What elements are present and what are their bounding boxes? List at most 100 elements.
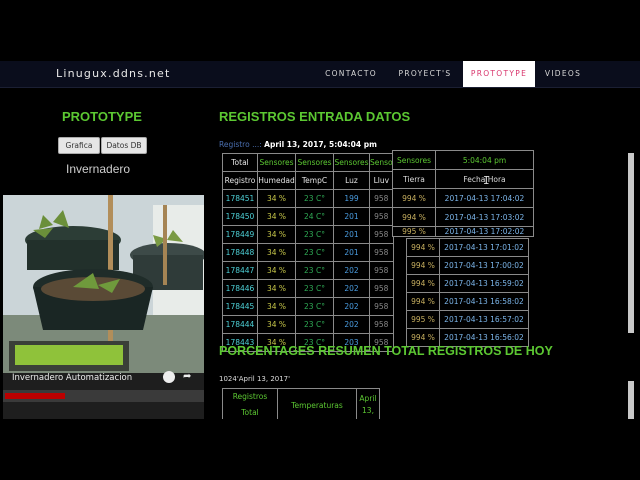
resumen-col-total-label: Total [241, 408, 259, 417]
navbar: Linugux.ddns.net CONTACTO PROYECT'S PROT… [0, 61, 640, 88]
cell-temp: 23 C° [295, 243, 334, 262]
cell-lluvia: 958 [369, 279, 394, 298]
registro-caption-date: April 13, 2017, 5:04:04 pm [264, 140, 377, 149]
registros-table: Total Sensores Sensores Sensores Senso R… [222, 153, 394, 352]
cell-humedad: 34 % [257, 261, 296, 280]
table-row: 178447 34 % 23 C° 202 958 [222, 261, 394, 280]
nav-proyects[interactable]: PROYECT'S [389, 61, 461, 87]
grafica-button[interactable]: Grafica [58, 137, 100, 154]
cell-humedad: 34 % [257, 225, 296, 244]
cell-lluvia: 958 [369, 189, 394, 208]
share-icon[interactable]: ➦ [183, 371, 191, 382]
cell-luz: 202 [333, 261, 370, 280]
resumen-caption: 1024'April 13, 2017' [219, 375, 291, 383]
cell-luz: 202 [333, 297, 370, 316]
ov-th-sensores: Sensores [392, 150, 436, 170]
resumen-scrollbar[interactable] [628, 381, 634, 419]
cell-temp: 23 C° [295, 297, 334, 316]
registro-caption-prefix: Registro ...: [219, 140, 262, 149]
resumen-col-temperaturas: Temperaturas [277, 388, 357, 419]
th-sensores-temp: Sensores [295, 153, 334, 172]
overlay-table: Sensores 5:04:04 pm Tierra Fecha Hora 99… [392, 150, 534, 237]
th-total: Total [222, 153, 258, 172]
resumen-col-registros: Registros Total [222, 388, 278, 419]
cell-lluvia: 958 [369, 225, 394, 244]
resumen-date-month: April [359, 394, 377, 403]
th-sensores-luz: Sensores [333, 153, 370, 172]
cell-humedad: 34 % [257, 279, 296, 298]
cell-temp: 23 C° [295, 225, 334, 244]
cell-registro: 178444 [222, 315, 258, 334]
table-row: 178444 34 % 23 C° 202 958 [222, 315, 394, 334]
ov-th-time: 5:04:04 pm [435, 150, 534, 170]
cell-tierra: 994 % [406, 274, 440, 293]
table-row: 178445 34 % 23 C° 202 958 [222, 297, 394, 316]
cell-temp: 23 C° [295, 261, 334, 280]
table-row: 994 % 2017-04-13 16:59:02 [406, 274, 529, 293]
table-row: 994 % 2017-04-13 17:03:02 [392, 207, 534, 227]
cell-fecha: 2017-04-13 16:57:02 [439, 310, 529, 329]
prototype-heading: PROTOTYPE [62, 109, 142, 124]
resumen-col-registros-label: Registros [232, 392, 268, 401]
text-cursor-icon: I [483, 174, 490, 187]
datos-db-button[interactable]: Datos DB [101, 137, 147, 154]
table-row: 178451 34 % 23 C° 199 958 [222, 189, 394, 208]
th-tempc: TempC [295, 171, 334, 190]
cell-luz: 201 [333, 207, 370, 226]
cell-tierra: 994 % [406, 292, 440, 311]
cell-tierra: 995 % [406, 310, 440, 329]
cell-luz: 201 [333, 225, 370, 244]
table-row: 994 % 2017-04-13 17:00:02 [406, 256, 529, 275]
video-player[interactable]: Invernadero Automatizacion ➦ [3, 195, 204, 419]
cell-humedad: 34 % [257, 297, 296, 316]
invernadero-subtitle: Invernadero [66, 162, 131, 176]
registros-scrollbar[interactable] [628, 153, 634, 333]
table-row: 995 % 2017-04-13 16:57:02 [406, 310, 529, 329]
cell-lluvia: 958 [369, 243, 394, 262]
cell-registro: 178450 [222, 207, 258, 226]
nav-contacto[interactable]: CONTACTO [316, 61, 386, 87]
cell-tierra: 994 % [406, 238, 440, 257]
cell-fecha: 2017-04-13 17:04:02 [435, 188, 534, 208]
cell-luz: 202 [333, 279, 370, 298]
th-lluvia: Lluv [369, 171, 394, 190]
clock-icon[interactable] [163, 371, 175, 383]
website-viewport: Linugux.ddns.net CONTACTO PROYECT'S PROT… [0, 61, 640, 419]
cell-humedad: 34 % [257, 189, 296, 208]
nav-prototype[interactable]: PROTOTYPE [463, 61, 535, 87]
cell-temp: 23 C° [295, 279, 334, 298]
cell-fecha: 2017-04-13 16:58:02 [439, 292, 529, 311]
resumen-date-day: 13, [362, 406, 374, 415]
cell-fecha: 2017-04-13 17:00:02 [439, 256, 529, 275]
cell-fecha: 2017-04-13 17:02:02 [435, 226, 534, 237]
resumen-table: Registros Total Temperaturas April 13, [222, 388, 380, 419]
cell-registro: 178451 [222, 189, 258, 208]
cell-humedad: 34 % [257, 243, 296, 262]
nav-videos[interactable]: VIDEOS [537, 61, 589, 87]
cell-luz: 202 [333, 315, 370, 334]
cell-tierra: 994 % [392, 188, 436, 208]
cell-fecha: 2017-04-13 17:03:02 [435, 207, 534, 227]
table-row: 178448 34 % 23 C° 201 958 [222, 243, 394, 262]
cell-registro: 178449 [222, 225, 258, 244]
greenhouse-video-frame [3, 195, 204, 419]
cell-tierra: 994 % [406, 256, 440, 275]
video-title[interactable]: Invernadero Automatizacion [12, 373, 132, 383]
cell-lluvia: 958 [369, 315, 394, 334]
cell-luz: 199 [333, 189, 370, 208]
table-row: 994 % 2017-04-13 16:58:02 [406, 292, 529, 311]
site-brand[interactable]: Linugux.ddns.net [56, 67, 171, 80]
cell-luz: 201 [333, 243, 370, 262]
cell-fecha: 2017-04-13 17:01:02 [439, 238, 529, 257]
table-row: 994 % 2017-04-13 17:01:02 [406, 238, 529, 257]
th-luz: Luz [333, 171, 370, 190]
cell-registro: 178446 [222, 279, 258, 298]
cell-fecha: 2017-04-13 16:59:02 [439, 274, 529, 293]
resumen-heading: PORCENTAGES RESUMEN TOTAL REGISTROS DE H… [219, 344, 553, 358]
cell-temp: 23 C° [295, 315, 334, 334]
registros-table-right: 994 % 2017-04-13 17:01:02 994 % 2017-04-… [406, 238, 529, 347]
th-registro: Registro [222, 171, 258, 190]
table-row: 995 % 2017-04-13 17:02:02 [392, 226, 534, 237]
cell-lluvia: 958 [369, 297, 394, 316]
video-progress-bar[interactable] [3, 390, 204, 402]
